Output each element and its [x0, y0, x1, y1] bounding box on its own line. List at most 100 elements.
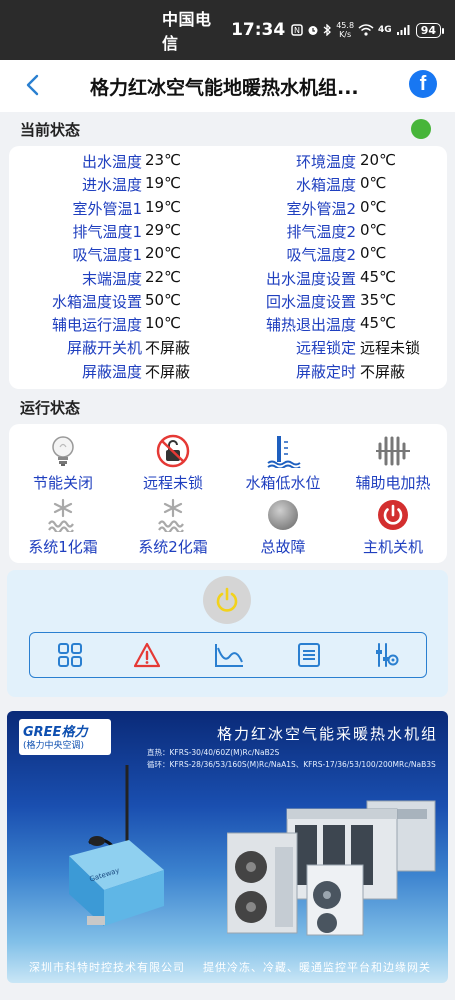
run-status-water-level: 水箱低水位	[228, 434, 338, 493]
parameter-label: 进水温度	[81, 176, 142, 195]
control-panel	[7, 570, 448, 697]
parameter-value: 19℃	[145, 197, 181, 216]
parameter-value: 50℃	[145, 290, 181, 309]
system-status-bar: 中国电信 17:34 N 45.8 K/s 4G 94	[0, 0, 455, 60]
banner-model-line-1: 直热：KFRS-30/40/60Z(M)Rc/NaB2S	[147, 748, 280, 757]
clock: 17:34	[231, 20, 286, 40]
run-status-label: 远程未锁	[142, 474, 203, 492]
parameter-value: 29℃	[145, 220, 181, 239]
net-speed: 45.8 K/s	[336, 21, 355, 39]
parameter-value: 0℃	[360, 220, 387, 239]
run-status-label: 水箱低水位	[245, 474, 321, 492]
app-header: 格力红冰空气能地暖热水机组... f	[0, 60, 455, 112]
parameter-label: 出水温度设置	[265, 269, 356, 288]
grid-icon[interactable]	[57, 642, 83, 668]
online-status-indicator	[411, 119, 431, 139]
status-icons: N 45.8 K/s 4G	[291, 21, 410, 39]
svg-text:N: N	[294, 26, 300, 35]
parameter-value: 45℃	[360, 314, 396, 333]
nfc-icon: N	[291, 24, 303, 36]
bluetooth-icon	[323, 24, 332, 36]
parameter-label: 排气温度1	[72, 222, 142, 241]
parameter-value: 45℃	[360, 267, 396, 286]
parameter-value: 20℃	[145, 244, 181, 263]
parameter-row: 水箱温度设置 50℃ 回水温度设置 35℃	[9, 291, 447, 314]
power-button[interactable]	[203, 576, 251, 624]
parameter-label: 辅电运行温度	[51, 316, 142, 335]
parameter-label: 水箱温度设置	[51, 292, 142, 311]
parameter-value: 35℃	[360, 290, 396, 309]
parameter-label: 回水温度设置	[265, 292, 356, 311]
parameter-row: 吸气温度1 20℃ 吸气温度2 0℃	[9, 244, 447, 267]
parameter-value: 20℃	[360, 151, 396, 169]
run-status-aux-heater: 辅助电加热	[338, 434, 448, 493]
parameter-row: 辅电运行温度 10℃ 辅热退出温度 45℃	[9, 314, 447, 337]
parameter-label: 室外管温1	[72, 199, 142, 218]
run-status-energy-saving: 节能关闭	[8, 434, 118, 493]
parameter-row: 排气温度1 29℃ 排气温度2 0℃	[9, 221, 447, 244]
parameter-value: 22℃	[145, 267, 181, 286]
list-icon[interactable]	[296, 642, 322, 668]
power-off-icon	[378, 500, 408, 530]
defrost-icon	[48, 498, 74, 532]
parameter-label: 出水温度	[81, 153, 142, 171]
parameter-value: 不屏蔽	[360, 362, 406, 381]
parameter-row: 室外管温1 19℃ 室外管温2 0℃	[9, 198, 447, 221]
page-title: 格力红冰空气能地暖热水机组...	[90, 77, 359, 99]
parameter-value: 0℃	[360, 197, 387, 216]
parameter-label: 室外管温2	[286, 199, 356, 218]
fault-icon	[268, 500, 298, 530]
back-arrow-icon[interactable]	[22, 74, 44, 96]
parameter-label: 远程锁定	[295, 339, 356, 358]
run-status-label: 节能关闭	[32, 474, 93, 492]
carrier-name: 中国电信	[162, 10, 212, 53]
function-toolbar	[29, 632, 427, 678]
wifi-icon	[358, 24, 374, 36]
battery-indicator: 94	[415, 22, 445, 38]
run-status-card: 节能关闭 远程未锁 水箱低水位 辅助电加热 系统1化霜 系统2化霜 总故障 主机…	[9, 424, 447, 563]
parameter-label: 辅热退出温度	[265, 316, 356, 335]
facebook-share-icon[interactable]: f	[409, 70, 437, 98]
unlock-icon	[156, 434, 190, 468]
heat-pump-units-illustration	[227, 800, 436, 936]
parameter-card: 出水温度 23℃ 环境温度 20℃ 进水温度 19℃ 水箱温度 0℃ 室外管温1 19℃ 室外管温2…	[9, 146, 447, 389]
parameter-row: 屏蔽开关机 不屏蔽 远程锁定 远程未锁	[9, 337, 447, 360]
alarm-icon	[308, 26, 318, 35]
network-type-label: 4G	[378, 25, 392, 35]
parameter-row: 出水温度 23℃ 环境温度 20℃	[9, 151, 447, 174]
parameter-label: 屏蔽定时	[295, 362, 356, 381]
brand-logo: GREE格力 (格力中央空调)	[19, 719, 111, 755]
parameter-label: 屏蔽温度	[81, 362, 142, 381]
current-status-heading: 当前状态	[20, 121, 81, 139]
run-status-defrost-2: 系统2化霜	[118, 498, 228, 557]
run-status-label: 主机关机	[362, 538, 423, 556]
signal-icon	[396, 25, 410, 35]
gateway-device-illustration	[69, 840, 164, 926]
parameter-label: 水箱温度	[295, 176, 356, 195]
banner-company-name: 深圳市科特时控技术有限公司	[29, 961, 185, 974]
bulb-icon	[52, 436, 74, 466]
parameter-row: 屏蔽温度 不屏蔽 屏蔽定时 不屏蔽	[9, 361, 447, 384]
parameter-value: 0℃	[360, 244, 387, 263]
warning-icon[interactable]	[134, 642, 160, 668]
parameter-label: 吸气温度1	[72, 246, 142, 265]
banner-title: 格力红冰空气能采暖热水机组	[217, 725, 439, 743]
heater-icon	[376, 436, 410, 466]
run-status-heading: 运行状态	[20, 399, 81, 417]
power-icon	[216, 587, 238, 612]
run-status-defrost-1: 系统1化霜	[8, 498, 118, 557]
parameter-label: 屏蔽开关机	[66, 339, 142, 358]
settings-sliders-icon[interactable]	[373, 642, 399, 668]
run-status-label: 辅助电加热	[355, 474, 431, 492]
run-status-label: 系统2化霜	[138, 538, 208, 556]
parameter-label: 末端温度	[81, 269, 142, 288]
parameter-value: 不屏蔽	[145, 339, 191, 358]
advertisement-banner[interactable]: GREE格力 (格力中央空调) 格力红冰空气能采暖热水机组 直热：KFRS-30…	[7, 711, 448, 983]
run-status-remote-lock: 远程未锁	[118, 434, 228, 493]
parameter-value: 不屏蔽	[145, 362, 191, 381]
parameter-row: 进水温度 19℃ 水箱温度 0℃	[9, 174, 447, 197]
curve-chart-icon[interactable]	[214, 642, 244, 668]
parameter-value: 19℃	[145, 174, 181, 193]
run-status-total-fault: 总故障	[228, 498, 338, 557]
run-status-label: 系统1化霜	[28, 538, 98, 556]
